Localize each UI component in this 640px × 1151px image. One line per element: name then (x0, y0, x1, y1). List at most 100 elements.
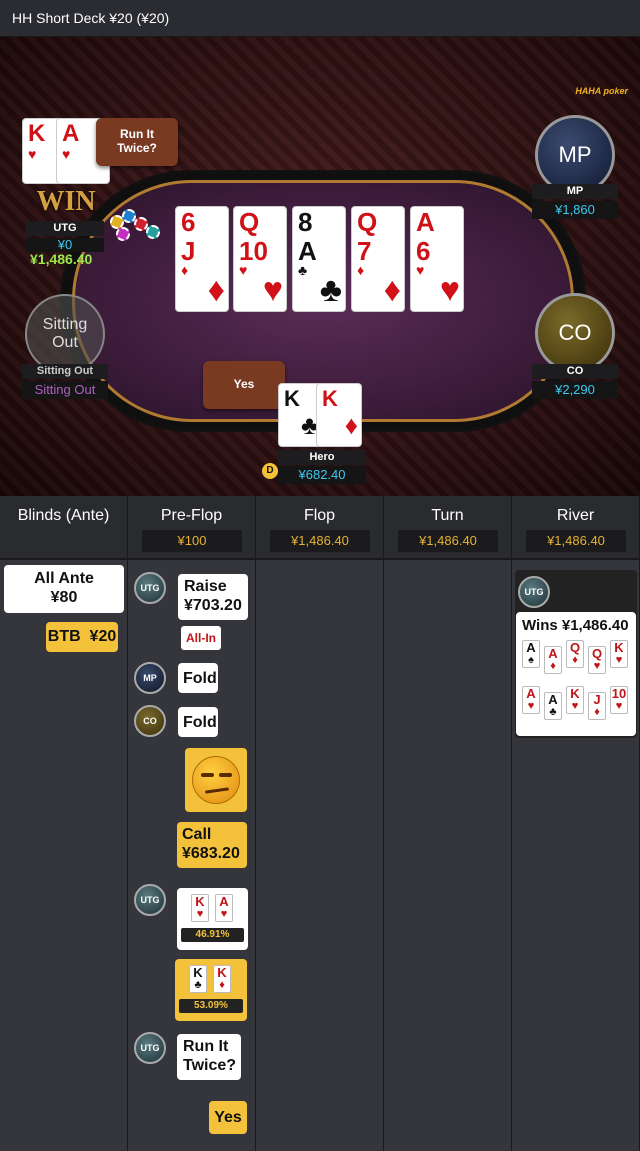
co-seat-name: CO (532, 364, 618, 379)
smirk-emoji-icon (192, 756, 240, 804)
board-card-5: A 6 ♥ ♥ (410, 206, 464, 312)
avatar-label: UTG (140, 895, 160, 905)
river-card: J ♦ (588, 692, 606, 720)
utg-rit-avatar: UTG (134, 1032, 166, 1064)
all-in-badge: All-In (181, 626, 221, 650)
card-rank-bottom: A (298, 236, 317, 266)
river-card: Q ♥ (588, 646, 606, 674)
turn-column (384, 560, 512, 1151)
mini-rank: 10 (611, 686, 627, 701)
utg-showdown-avatar: UTG (134, 884, 166, 916)
heart-suit-icon: ♥ (62, 146, 71, 162)
card-suit-icon: ♥ (439, 271, 460, 309)
card-rank-top: Q (239, 207, 260, 237)
hero-emoji-action (185, 748, 247, 812)
avatar-label: CO (143, 716, 157, 726)
mini-rank: A (526, 640, 536, 655)
pot-chips-icon (106, 207, 166, 247)
heart-suit-icon: ♥ (220, 908, 228, 920)
mini-rank: A (219, 894, 229, 909)
avatar-label: UTG (140, 1043, 160, 1053)
utg-chat-bubble: Run It Twice? (96, 118, 178, 166)
mini-rank: K (193, 965, 203, 980)
sitting-out-stack: Sitting Out (22, 381, 108, 399)
diamond-suit-icon: ♦ (344, 410, 358, 440)
utg-win-amount: ¥1,486.40 (30, 251, 93, 267)
mp-fold-action: Fold (178, 663, 218, 693)
hero-show-card-1: K ♣ (189, 965, 207, 993)
mini-rank: A (548, 646, 558, 661)
suit-icon: ♥ (571, 700, 579, 712)
mp-avatar-label: MP (558, 142, 592, 167)
card-rank: A (62, 120, 80, 147)
street-header-preflop: Pre-Flop ¥100 (128, 496, 256, 560)
sitting-out-seat-name: Sitting Out (22, 364, 108, 379)
card-suit-small-icon: ♣ (298, 262, 308, 278)
street-pot: ¥1,486.40 (398, 530, 498, 552)
street-header-river: River ¥1,486.40 (512, 496, 640, 560)
mini-rank: J (593, 692, 601, 707)
co-action-avatar: CO (134, 705, 166, 737)
sitting-out-avatar[interactable]: Sitting Out (25, 294, 105, 374)
street-label: Turn (431, 507, 464, 524)
river-card: Q ♦ (566, 640, 584, 668)
river-wins-box: Wins ¥1,486.40 A ♠ A ♦ Q ♦ Q ♥ K ♥ A ♥ A ♣ K ♥ J ♦ 10 ♥ (516, 612, 636, 736)
card-suit-small-icon: ♦ (181, 262, 189, 278)
hand-title: HH Short Deck ¥20 (¥20) (12, 10, 170, 26)
street-header-flop: Flop ¥1,486.40 (256, 496, 384, 560)
mini-rank: K (570, 686, 580, 701)
mini-rank: K (614, 640, 624, 655)
card-rank-bottom: 7 (357, 236, 372, 266)
avatar-label: MP (143, 673, 157, 683)
mini-rank: A (548, 692, 558, 707)
utg-raise-action: Raise ¥703.20 (178, 574, 248, 620)
mini-rank: A (526, 686, 536, 701)
utg-show-card-2: A ♥ (215, 894, 233, 922)
mp-seat-name: MP (532, 184, 618, 199)
board-card-1: 6 J ♦ ♦ (175, 206, 229, 312)
dealer-button-icon: D (262, 463, 278, 479)
co-avatar[interactable]: CO (535, 293, 615, 373)
avatar-label: UTG (524, 587, 544, 597)
utg-run-it-twice-action: Run It Twice? (177, 1034, 241, 1080)
river-card: A ♠ (522, 640, 540, 668)
hero-equity: 53.09% (179, 999, 243, 1013)
suit-icon: ♥ (615, 700, 623, 712)
card-rank-top: 6 (181, 207, 196, 237)
street-label: River (556, 507, 595, 524)
hero-hole-card-2: K ♦ (316, 383, 362, 447)
hero-stack: ¥682.40 (278, 466, 366, 484)
mini-rank: Q (591, 646, 603, 661)
sitting-out-avatar-label: Sitting Out (42, 316, 88, 351)
card-rank: K (322, 386, 338, 411)
mp-avatar[interactable]: MP (535, 115, 615, 195)
suit-icon: ♦ (550, 660, 556, 672)
hero-call-action: Call ¥683.20 (177, 822, 247, 868)
card-rank-bottom: 6 (416, 236, 431, 266)
river-hand-row-1: A ♠ A ♦ Q ♦ Q ♥ K ♥ (516, 640, 636, 676)
board-card-3: 8 A ♣ ♣ (292, 206, 346, 312)
card-rank: K (28, 120, 46, 147)
top-bar: HH Short Deck ¥20 (¥20) (0, 0, 640, 37)
board-card-4: Q 7 ♦ ♦ (351, 206, 405, 312)
river-card: A ♣ (544, 692, 562, 720)
card-suit-small-icon: ♥ (416, 262, 425, 278)
card-rank: K (284, 386, 300, 411)
street-label: Pre-Flop (160, 507, 223, 524)
win-label: WIN (36, 186, 96, 217)
heart-suit-icon: ♥ (28, 146, 37, 162)
mini-rank: K (195, 894, 205, 909)
card-rank-bottom: 10 (239, 236, 268, 266)
card-rank-top: 8 (298, 207, 313, 237)
suit-icon: ♣ (549, 706, 557, 718)
street-pot: ¥1,486.40 (526, 530, 626, 552)
street-pot: ¥100 (142, 530, 242, 552)
poker-table-area: HAHA poker 6 J ♦ ♦ Q 10 ♥ ♥ 8 A ♣ ♣ Q 7 ♦ ♦ A 6 ♥ ♥ K ♥ A ♥… (0, 37, 640, 496)
card-suit-icon: ♥ (262, 271, 283, 309)
street-pot: ¥1,486.40 (270, 530, 370, 552)
utg-show-card-1: K ♥ (191, 894, 209, 922)
hero-yes-action-final: Yes (209, 1101, 247, 1134)
hero-seat-name: Hero (278, 450, 366, 465)
co-avatar-label: CO (558, 320, 592, 345)
utg-stack: ¥0 (26, 238, 104, 252)
